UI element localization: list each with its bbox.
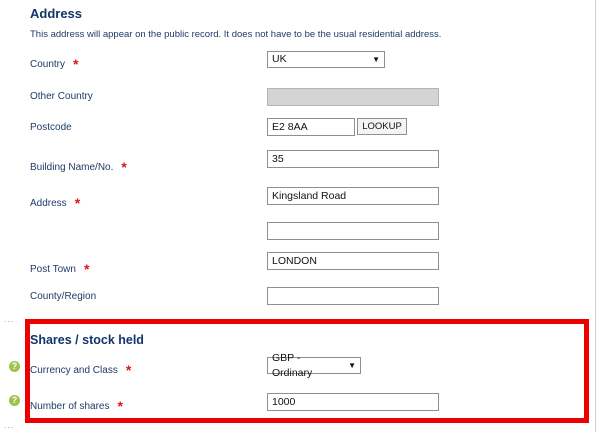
number-of-shares-label-text: Number of shares (30, 401, 110, 412)
country-label: Country * (30, 54, 79, 72)
separator-dots: ... (4, 314, 15, 324)
help-icon[interactable]: ? (9, 395, 20, 406)
separator-dots: ... (4, 420, 15, 430)
currency-class-label-text: Currency and Class (30, 365, 118, 376)
building-label: Building Name/No. * (30, 157, 127, 175)
required-asterisk: * (74, 195, 81, 211)
address-label-text: Address (30, 198, 67, 209)
required-asterisk: * (121, 159, 127, 175)
post-town-label: Post Town * (30, 259, 90, 277)
help-icon[interactable]: ? (9, 361, 20, 372)
address-section-title: Address (30, 6, 83, 21)
building-input[interactable] (267, 150, 439, 168)
postcode-label: Postcode (30, 122, 72, 133)
address-label: Address * (30, 193, 81, 211)
county-input[interactable] (267, 287, 439, 305)
other-country-label: Other Country (30, 91, 93, 102)
post-town-label-text: Post Town (30, 264, 76, 275)
number-of-shares-label: Number of shares * (30, 396, 123, 414)
page-edge-line (595, 0, 596, 432)
currency-class-select-value: GBP - Ordinary (272, 351, 313, 379)
required-asterisk: * (125, 362, 132, 378)
required-asterisk: * (117, 398, 123, 414)
country-label-text: Country (30, 59, 66, 70)
building-label-text: Building Name/No. (30, 162, 114, 173)
required-asterisk: * (83, 261, 90, 277)
number-of-shares-input[interactable] (267, 393, 439, 411)
country-select-value: UK (272, 53, 287, 65)
address-line1-input[interactable] (267, 187, 439, 205)
country-select[interactable]: UK ▼ (267, 51, 385, 68)
other-country-input[interactable] (267, 88, 439, 106)
currency-class-label: Currency and Class * (30, 360, 132, 378)
county-label: County/Region (30, 291, 97, 302)
postcode-input[interactable] (267, 118, 355, 136)
dropdown-arrow-icon: ▼ (372, 55, 380, 64)
shares-section-title: Shares / stock held (30, 333, 144, 347)
required-asterisk: * (73, 56, 79, 72)
lookup-button[interactable]: LOOKUP (357, 118, 407, 135)
currency-class-select[interactable]: GBP - Ordinary ▼ (267, 352, 361, 379)
address-line2-input[interactable] (267, 222, 439, 240)
address-description: This address will appear on the public r… (30, 29, 442, 40)
post-town-input[interactable] (267, 252, 439, 270)
dropdown-arrow-icon: ▼ (348, 361, 356, 370)
